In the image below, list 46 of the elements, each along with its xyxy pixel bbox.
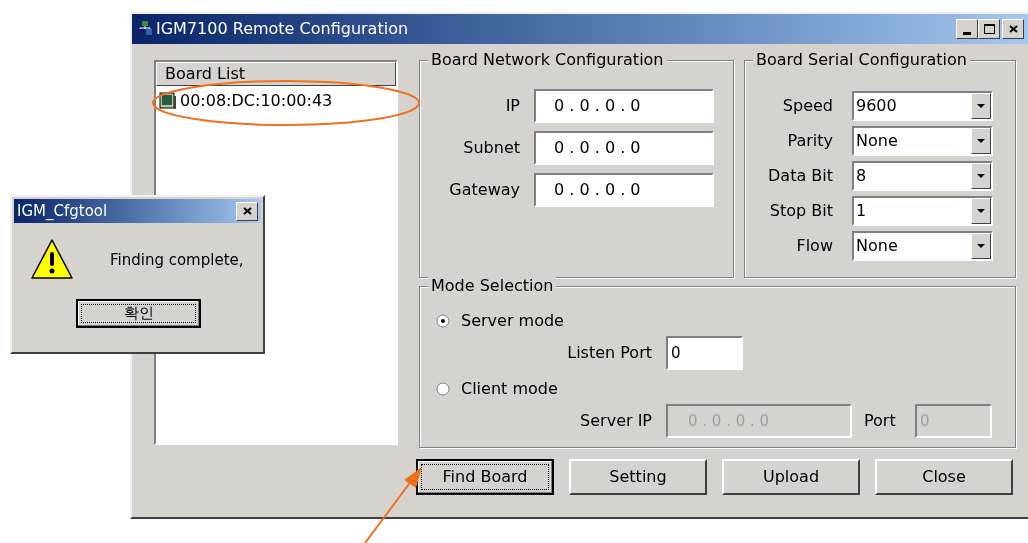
dropdown[interactable]: None [852, 231, 993, 261]
group-title: Board Network Configuration [428, 50, 667, 70]
field-label: IP [504, 95, 520, 117]
field-label: Gateway [448, 179, 520, 201]
field-label: Server IP [579, 410, 652, 432]
close-button[interactable] [1002, 19, 1024, 39]
dropdown[interactable]: 8 [852, 161, 993, 191]
dropdown[interactable]: 1 [852, 196, 993, 226]
dialog-message: Finding complete, [110, 249, 244, 271]
maximize-icon [983, 24, 995, 34]
field-label: Listen Port [566, 342, 652, 364]
field-label: Data Bit [767, 165, 833, 187]
action-button[interactable]: Find Board [416, 459, 554, 495]
warning-icon [30, 238, 76, 282]
radio-button[interactable] [436, 314, 450, 328]
field-label: Stop Bit [768, 200, 833, 222]
close-icon [242, 207, 252, 215]
field-label: Flow [795, 235, 833, 257]
ip-field[interactable]: 0 . 0 . 0 . 0 [534, 173, 714, 207]
close-icon [1008, 25, 1018, 33]
minimize-button[interactable] [956, 19, 978, 39]
action-button[interactable]: Setting [569, 459, 707, 495]
ip-field[interactable]: 0 . 0 . 0 . 0 [534, 131, 714, 165]
dropdown[interactable]: 9600 [852, 91, 993, 121]
close-button[interactable] [236, 201, 258, 221]
field-label: Speed [781, 95, 833, 117]
column-header[interactable]: Board List [156, 62, 396, 86]
port-field[interactable]: 0 [666, 336, 743, 370]
dropdown[interactable]: None [852, 126, 993, 156]
radio-button[interactable] [436, 382, 450, 396]
dialog-title: IGM_Cfgtool [17, 200, 108, 222]
action-button[interactable]: Close [875, 459, 1013, 495]
action-button[interactable]: Upload [722, 459, 860, 495]
ip-field[interactable]: 0 . 0 . 0 . 0 [534, 89, 714, 123]
minimize-icon [963, 32, 971, 35]
board-icon [159, 92, 177, 110]
group-title: Board Serial Configuration [753, 50, 970, 70]
network-icon [136, 20, 154, 38]
ok-button[interactable]: 확인 [76, 299, 201, 328]
field-label: Port [864, 410, 897, 432]
radio-option[interactable]: Client mode [436, 377, 1015, 401]
radio-option[interactable]: Server mode [436, 309, 1015, 333]
maximize-button[interactable] [978, 19, 1000, 39]
window-title: IGM7100 Remote Configuration [156, 18, 409, 40]
field-label: Parity [786, 130, 833, 152]
field-label: Subnet [462, 137, 520, 159]
